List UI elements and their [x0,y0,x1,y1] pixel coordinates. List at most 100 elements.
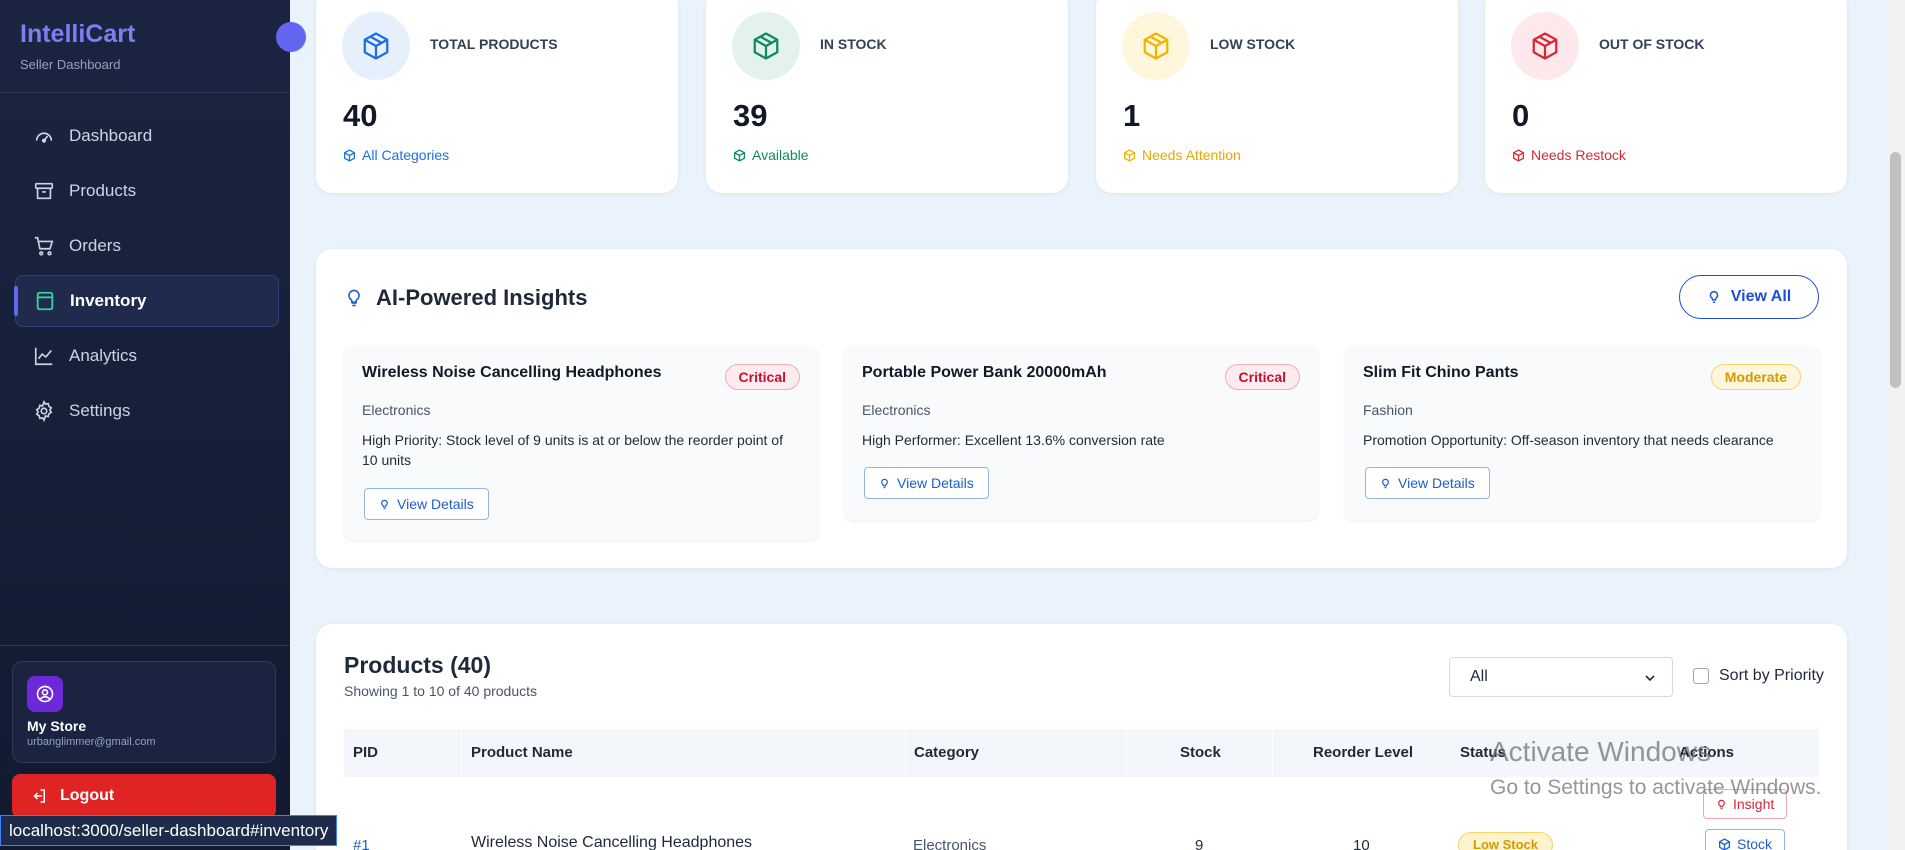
column-divider [461,729,462,777]
insight-card: Portable Power Bank 20000mAh Critical El… [844,346,1318,520]
stat-subtext-label: Needs Attention [1142,147,1241,163]
row-category: Electronics [913,837,987,850]
stock-button-label: Stock [1737,836,1773,850]
logout-icon [30,787,48,805]
sidebar-toggle-button[interactable] [276,22,306,52]
insight-category: Electronics [362,402,431,418]
column-divider [1126,729,1127,777]
box-icon [733,148,746,162]
lightbulb-icon [879,477,890,490]
status-badge: Low Stock [1458,832,1554,850]
sidebar-item-settings[interactable]: Settings [15,385,279,437]
column-header-stock[interactable]: Stock [1180,729,1221,777]
view-details-button[interactable]: View Details [864,467,989,499]
insight-title: Slim Fit Chino Pants [1363,364,1519,381]
store-card[interactable]: My Store urbanglimmer@gmail.com [12,661,276,763]
stat-value: 39 [733,98,768,133]
sidebar-item-label: Analytics [69,346,138,365]
view-details-button[interactable]: View Details [364,488,489,520]
cart-icon [33,235,55,257]
insight-description: High Priority: Stock level of 9 units is… [362,432,783,468]
sidebar-item-analytics[interactable]: Analytics [15,330,279,382]
view-all-label: View All [1730,288,1792,305]
column-divider [905,729,906,777]
column-header-status[interactable]: Status [1460,729,1506,777]
stat-subtext: Needs Restock [1512,147,1626,163]
table-header: PID Product Name Category Stock Reorder … [344,729,1819,777]
products-title: Products (40) [344,652,491,678]
box-icon [1718,837,1731,850]
insight-button[interactable]: Insight [1703,789,1788,819]
avatar [27,676,63,712]
sidebar-item-dashboard[interactable]: Dashboard [15,110,279,162]
store-name: My Store [27,718,87,734]
stat-card-out-of-stock: OUT OF STOCK 0 Needs Restock [1485,0,1847,193]
stat-card-low-stock: LOW STOCK 1 Needs Attention [1096,0,1458,193]
column-header-pid[interactable]: PID [353,729,378,777]
logout-button[interactable]: Logout [12,774,276,818]
sidebar-item-products[interactable]: Products [15,165,279,217]
stat-label: TOTAL PRODUCTS [430,36,558,52]
brand: IntelliCart Seller Dashboard [20,20,135,72]
sidebar-divider [0,645,290,646]
insight-card: Wireless Noise Cancelling Headphones Cri… [344,346,818,540]
products-count: Showing 1 to 10 of 40 products [344,683,538,699]
checkbox-box [1693,668,1709,684]
insights-title-label: AI-Powered Insights [376,285,588,310]
view-all-button[interactable]: View All [1679,275,1819,319]
chart-line-icon [33,345,55,367]
lightbulb-icon [379,498,390,511]
sidebar-item-label: Products [69,181,137,200]
sidebar-nav: Dashboard Products Orders Inventory Anal… [14,110,279,440]
sidebar-item-label: Orders [69,236,121,255]
view-details-label: View Details [1398,475,1475,491]
column-header-reorder-level[interactable]: Reorder Level [1313,729,1413,777]
view-details-button[interactable]: View Details [1365,467,1490,499]
stat-value: 1 [1123,98,1141,133]
stat-subtext: Available [733,147,809,163]
sort-by-priority-checkbox[interactable]: Sort by Priority [1693,667,1824,685]
lightbulb-icon [1707,289,1721,305]
lightbulb-icon [1380,477,1391,490]
lightbulb-icon [1716,798,1727,811]
box-icon [342,12,410,80]
insight-title: Wireless Noise Cancelling Headphones [362,364,662,381]
stat-label: IN STOCK [820,36,887,52]
gauge-icon [33,125,55,147]
category-filter-select[interactable]: All [1449,657,1673,697]
browser-status-url: localhost:3000/seller-dashboard#inventor… [0,815,338,846]
chevron-down-icon [1642,670,1658,686]
stock-button[interactable]: Stock [1705,829,1786,850]
insight-category: Electronics [862,402,931,418]
scrollbar-thumb[interactable] [1890,152,1901,388]
insight-description: Promotion Opportunity: Off-season invent… [1363,432,1774,448]
box-icon [1511,12,1579,80]
stat-card-total-products: TOTAL PRODUCTS 40 All Categories [316,0,678,193]
column-divider [1272,729,1273,777]
box-icon [1122,12,1190,80]
row-product-name: Wireless Noise Cancelling Headphones [471,834,753,850]
column-header-product-name[interactable]: Product Name [471,729,573,777]
filter-value: All [1470,668,1488,685]
brand-subtitle: Seller Dashboard [20,57,121,72]
stat-subtext-label: Available [752,147,809,163]
insight-description: High Performer: Excellent 13.6% conversi… [862,432,1165,448]
insight-category: Fashion [1363,402,1413,418]
column-header-category[interactable]: Category [914,729,979,777]
row-pid[interactable]: #1 [353,837,370,850]
sidebar-item-inventory[interactable]: Inventory [14,275,279,327]
gear-icon [33,400,55,422]
sidebar-item-label: Settings [69,401,131,420]
page-scrollbar[interactable] [1886,0,1905,850]
view-details-label: View Details [397,496,474,512]
stat-subtext-label: All Categories [362,147,450,163]
sidebar-divider [0,92,290,93]
stat-label: LOW STOCK [1210,36,1296,52]
sort-label: Sort by Priority [1719,667,1824,684]
stat-label: OUT OF STOCK [1599,36,1705,52]
row-stock: 9 [1195,837,1204,850]
brand-title: IntelliCart [20,20,136,48]
insight-card: Slim Fit Chino Pants Moderate Fashion Pr… [1345,346,1819,520]
stat-subtext: Needs Attention [1123,147,1241,163]
sidebar-item-orders[interactable]: Orders [15,220,279,272]
